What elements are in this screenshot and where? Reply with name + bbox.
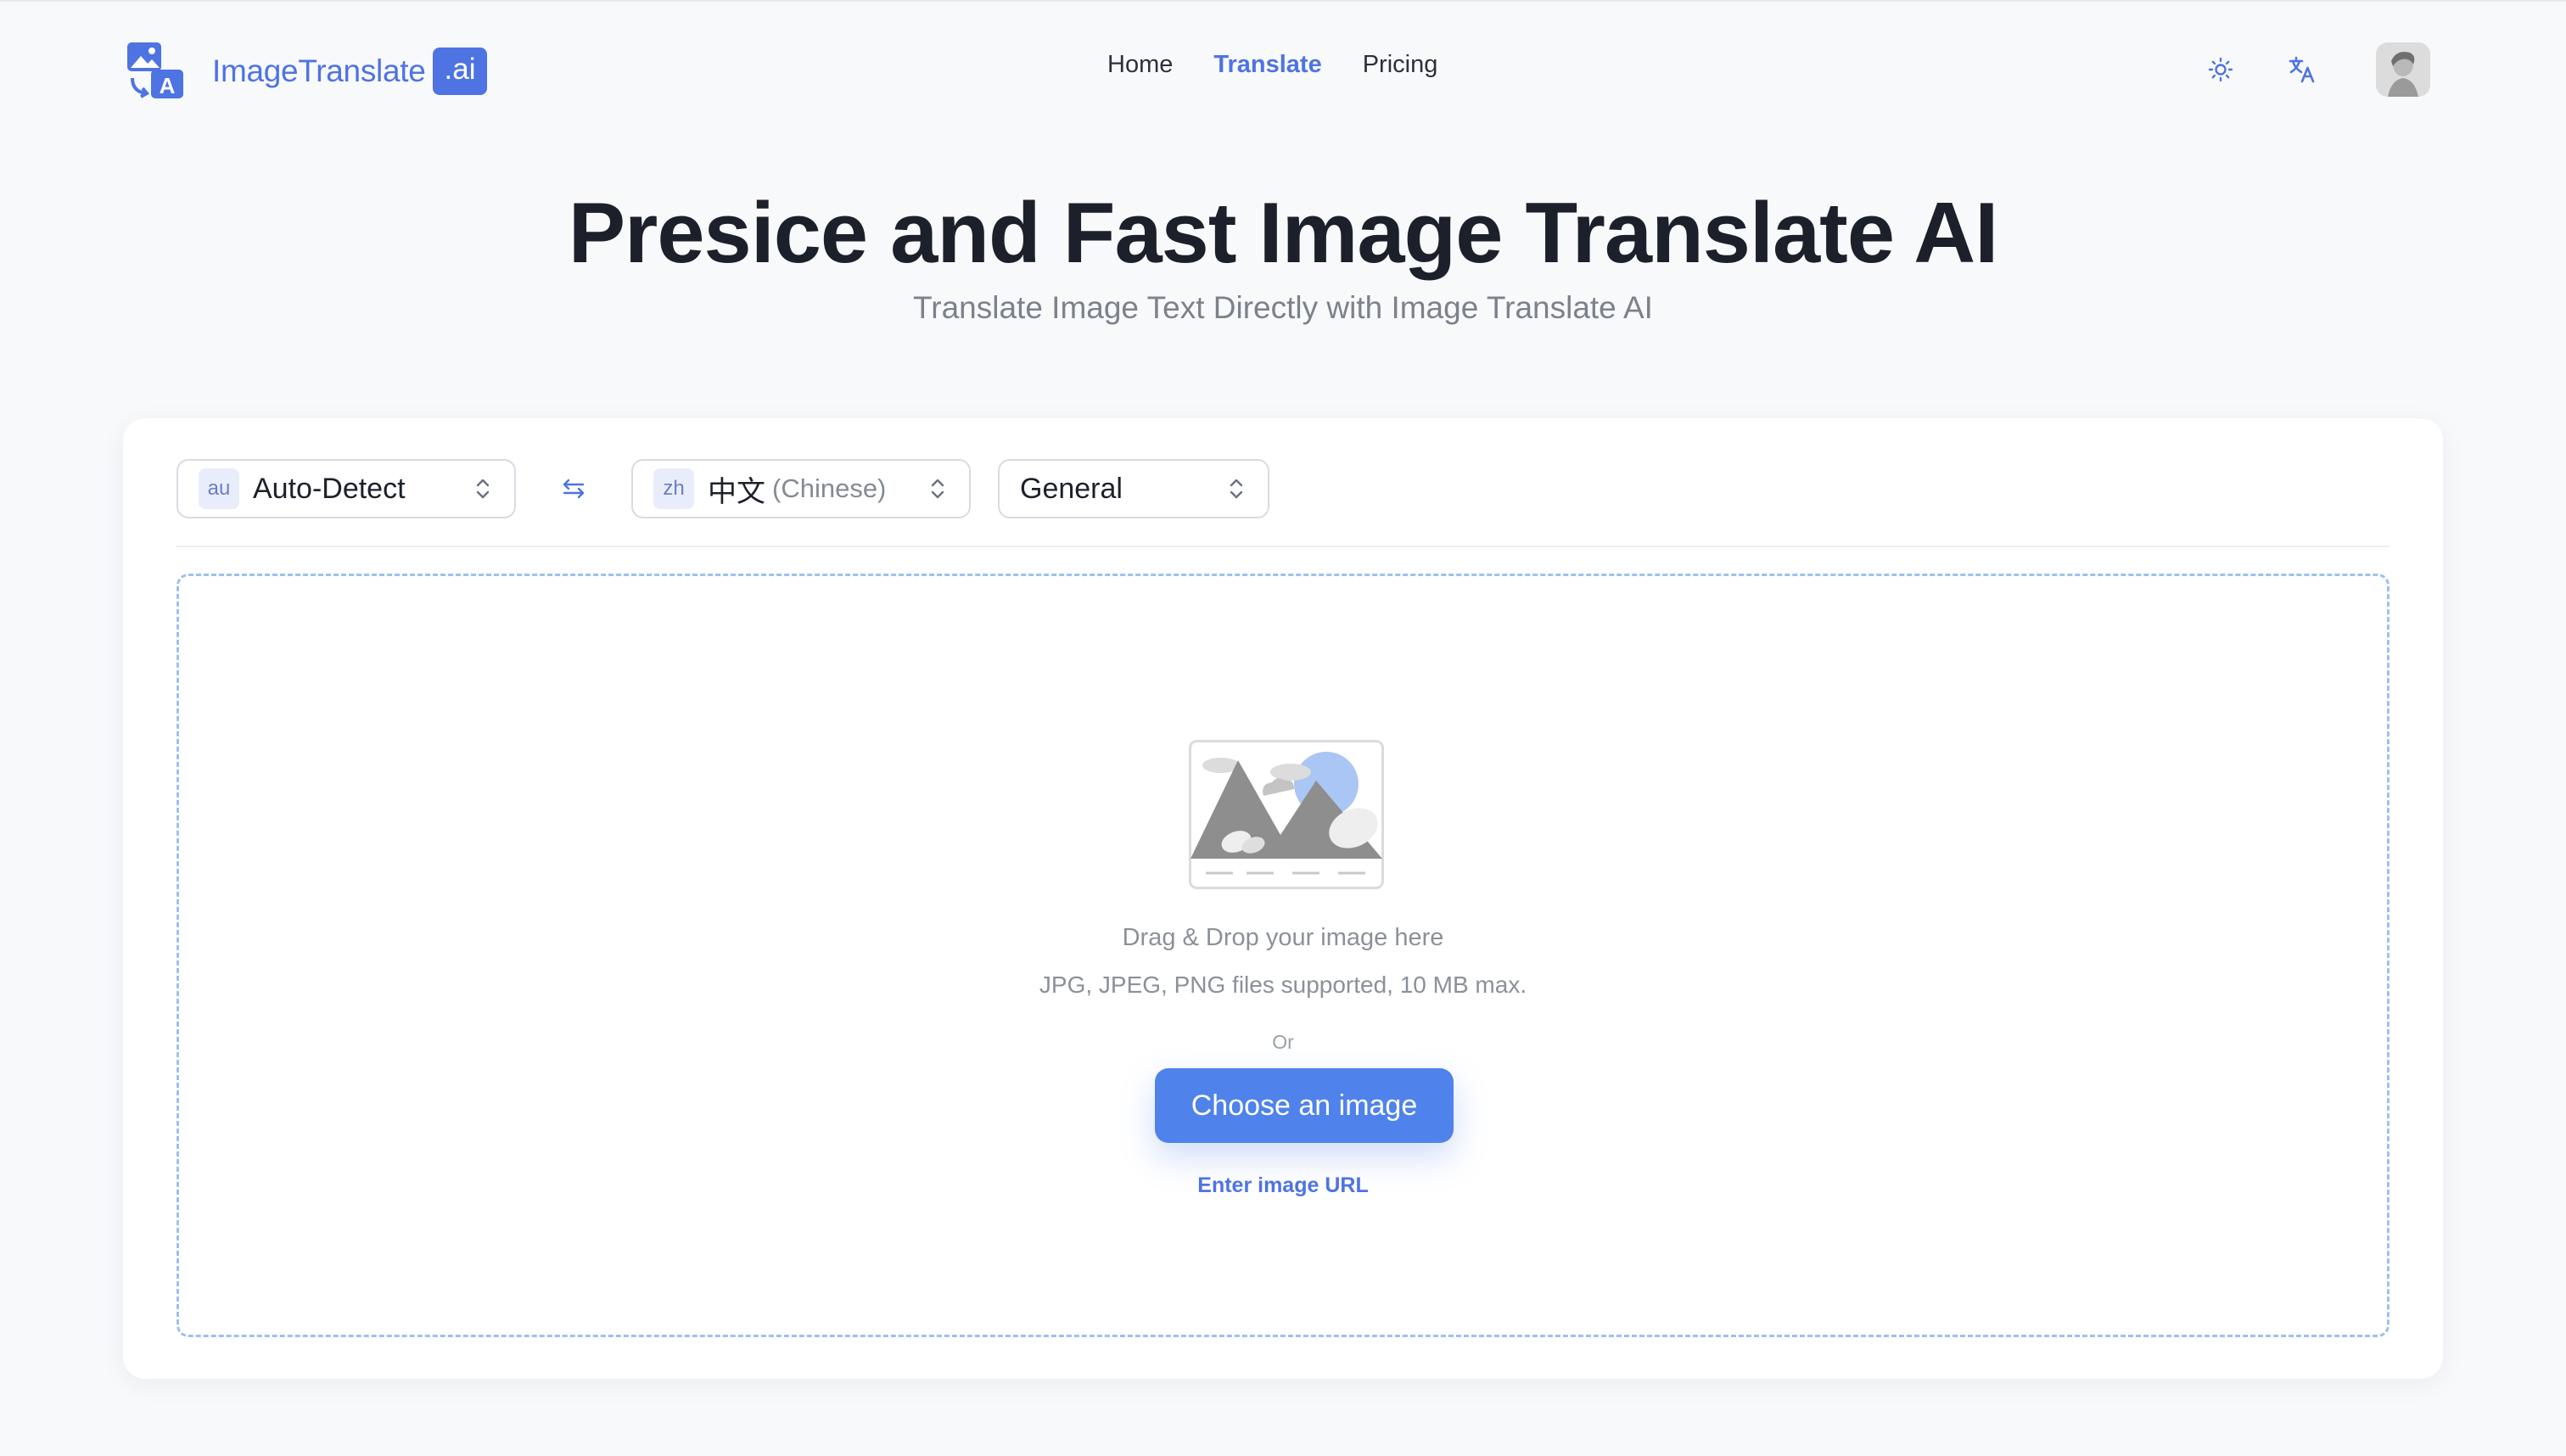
nav-item-translate[interactable]: Translate — [1213, 51, 1321, 79]
main-nav: Home Translate Pricing — [1107, 51, 1437, 79]
site-header: A ImageTranslate .ai Home Translate Pric… — [0, 2, 2566, 137]
toolbar-divider — [176, 546, 2390, 547]
image-dropzone[interactable]: Drag & Drop your image here JPG, JPEG, P… — [176, 574, 2390, 1337]
sun-icon — [2208, 57, 2233, 82]
brand-logo-link[interactable]: A ImageTranslate .ai — [126, 41, 488, 102]
source-language-code: au — [199, 468, 239, 509]
svg-text:A: A — [160, 73, 176, 98]
chevron-up-down-icon — [1230, 479, 1243, 499]
target-language-select[interactable]: zh 中文 (Chinese) — [631, 459, 971, 518]
avatar-image — [2376, 42, 2430, 97]
chevron-up-down-icon — [476, 479, 490, 499]
dropzone-title: Drag & Drop your image here — [1122, 924, 1444, 951]
swap-languages-button[interactable] — [516, 459, 631, 518]
translate-card: au Auto-Detect zh 中文 (Chinese) General D… — [123, 418, 2443, 1379]
image-placeholder-icon — [1189, 740, 1384, 889]
brand-name: ImageTranslate — [212, 53, 426, 88]
page-subtitle: Translate Image Text Directly with Image… — [913, 290, 1653, 325]
header-actions — [2196, 42, 2430, 97]
image-translate-logo-icon: A — [127, 42, 183, 98]
target-language-label: 中文 — [708, 475, 765, 508]
translation-mode-label: General — [1020, 472, 1123, 505]
swap-arrows-icon — [563, 479, 585, 499]
theme-toggle-button[interactable] — [2196, 45, 2245, 94]
language-switch-button[interactable] — [2277, 45, 2327, 94]
dropzone-or-separator: Or — [1272, 1031, 1294, 1053]
user-avatar[interactable] — [2376, 42, 2430, 97]
translation-mode-select[interactable]: General — [998, 459, 1269, 518]
dropzone-file-note: JPG, JPEG, PNG files supported, 10 MB ma… — [1039, 972, 1527, 998]
choose-image-button[interactable]: Choose an image — [1155, 1068, 1454, 1143]
translate-icon — [2289, 56, 2315, 83]
chevron-up-down-icon — [931, 479, 944, 499]
language-toolbar: au Auto-Detect zh 中文 (Chinese) General — [176, 458, 1269, 519]
target-language-sublabel: (Chinese) — [772, 473, 887, 503]
nav-item-home[interactable]: Home — [1107, 51, 1173, 79]
source-language-select[interactable]: au Auto-Detect — [176, 459, 516, 518]
page-title: Presice and Fast Image Translate AI — [568, 186, 1999, 281]
source-language-label: Auto-Detect — [253, 472, 406, 505]
enter-image-url-link[interactable]: Enter image URL — [179, 1173, 2387, 1198]
nav-item-pricing[interactable]: Pricing — [1363, 51, 1438, 79]
target-language-code: zh — [653, 468, 694, 509]
brand-badge: .ai — [432, 48, 488, 95]
